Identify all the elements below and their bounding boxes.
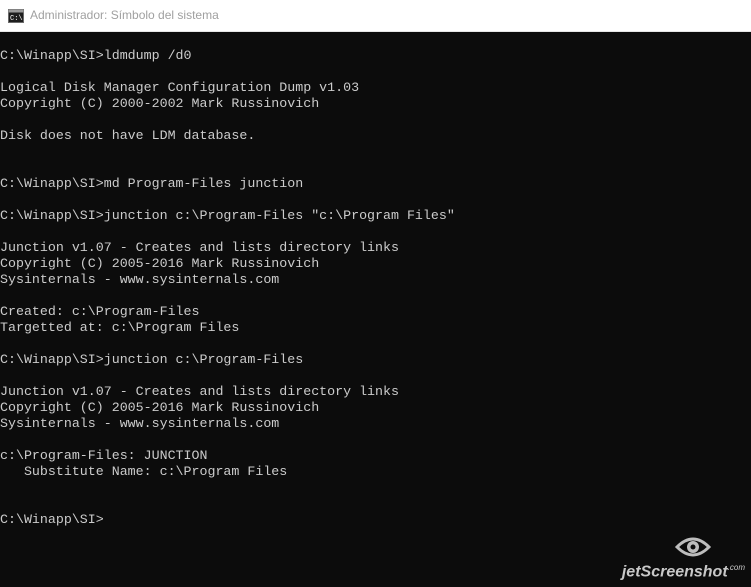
console-line: C:\Winapp\SI>ldmdump /d0 bbox=[0, 48, 192, 63]
console-line: Logical Disk Manager Configuration Dump … bbox=[0, 80, 360, 95]
console-line: c:\Program-Files: JUNCTION bbox=[0, 448, 208, 463]
cmd-icon: C:\ bbox=[8, 9, 24, 23]
console-line: Disk does not have LDM database. bbox=[0, 128, 256, 143]
console-line: C:\Winapp\SI>md Program-Files junction bbox=[0, 176, 304, 191]
command-prompt-window: C:\ Administrador: Símbolo del sistema C… bbox=[0, 0, 751, 587]
console-line: C:\Winapp\SI>junction c:\Program-Files bbox=[0, 352, 304, 367]
title-bar[interactable]: C:\ Administrador: Símbolo del sistema bbox=[0, 0, 751, 32]
svg-text:C:\: C:\ bbox=[10, 15, 23, 23]
console-line: Copyright (C) 2005-2016 Mark Russinovich bbox=[0, 256, 320, 271]
watermark: jetScreenshot.com bbox=[622, 531, 745, 581]
console-line: Sysinternals - www.sysinternals.com bbox=[0, 416, 280, 431]
console-line: Created: c:\Program-Files bbox=[0, 304, 200, 319]
console-output[interactable]: C:\Winapp\SI>ldmdump /d0 Logical Disk Man… bbox=[0, 48, 751, 587]
window-title: Administrador: Símbolo del sistema bbox=[30, 8, 219, 22]
console-line: Copyright (C) 2005-2016 Mark Russinovich bbox=[0, 400, 320, 415]
console-line: Sysinternals - www.sysinternals.com bbox=[0, 272, 280, 287]
console-line: Targetted at: c:\Program Files bbox=[0, 320, 240, 335]
console-line: Junction v1.07 - Creates and lists direc… bbox=[0, 240, 399, 255]
console-line: Junction v1.07 - Creates and lists direc… bbox=[0, 384, 399, 399]
eye-logo-icon bbox=[674, 537, 712, 557]
console-line: C:\Winapp\SI>junction c:\Program-Files "… bbox=[0, 208, 455, 223]
console-line: C:\Winapp\SI> bbox=[0, 512, 104, 527]
console-line: Substitute Name: c:\Program Files bbox=[0, 464, 288, 479]
watermark-text: jetScreenshot.com bbox=[621, 562, 745, 580]
console-line: Copyright (C) 2000-2002 Mark Russinovich bbox=[0, 96, 320, 111]
